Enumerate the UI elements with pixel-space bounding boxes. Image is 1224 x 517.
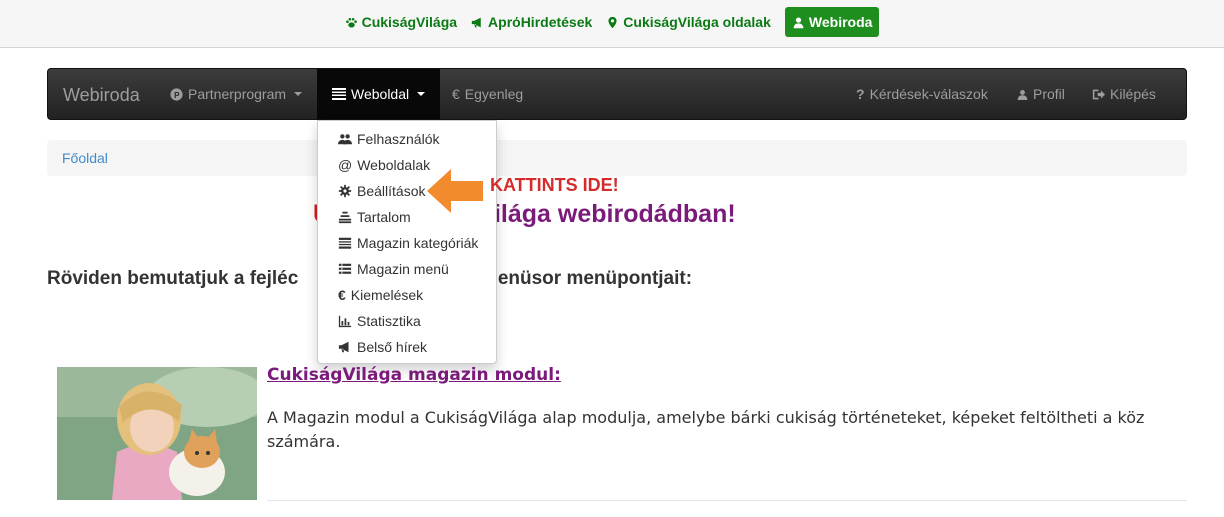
bullhorn-icon [471, 17, 481, 27]
dropdown-item-label: Felhasználók [357, 131, 440, 147]
nav-label: Kérdések-válaszok [869, 86, 988, 102]
map-marker-icon [608, 16, 617, 28]
align-center-icon [338, 211, 352, 224]
dropdown-item-kiemelesek[interactable]: € Kiemelések [318, 282, 496, 308]
nav-profil[interactable]: Profil [1017, 69, 1065, 119]
bar-chart-icon [338, 315, 352, 328]
dropdown-item-label: Magazin menü [357, 261, 449, 277]
article-thumbnail[interactable] [57, 367, 257, 500]
svg-text:P: P [174, 90, 180, 99]
navbar-brand[interactable]: Webiroda [63, 85, 140, 106]
nav-label: Profil [1033, 86, 1065, 102]
top-link-label: Webiroda [808, 14, 873, 30]
list-icon [338, 263, 352, 274]
top-links: CukiságVilága AprόHirdetések CukiságVilá… [0, 7, 1224, 37]
dropdown-item-label: Tartalom [357, 209, 411, 225]
dropdown-item-magazin-kategoriak[interactable]: Magazin kategóriák [318, 230, 496, 256]
nav-label: Partnerprogram [188, 86, 287, 102]
logout-icon [1092, 89, 1105, 99]
nav-label: Kilépés [1110, 86, 1156, 102]
euro-icon: € [338, 287, 346, 303]
arrow-left-icon [427, 169, 483, 213]
nav-kilepes[interactable]: Kilépés [1092, 69, 1156, 119]
breadcrumb-home-link[interactable]: Főoldal [62, 150, 108, 166]
breadcrumb: Főoldal [47, 140, 1187, 176]
top-link-label: CukiságVilága [361, 14, 458, 30]
dropdown-item-label: Statisztika [357, 313, 421, 329]
dropdown-item-label: Magazin kategóriák [357, 235, 479, 251]
user-icon [1017, 89, 1028, 100]
caret-down-icon [294, 92, 303, 96]
callout-text: KATTINTS IDE! [490, 175, 619, 195]
bullhorn-icon [338, 341, 349, 353]
top-bar: CukiságVilága AprόHirdetések CukiságVilá… [0, 0, 1224, 48]
dropdown-item-belso-hirek[interactable]: Belső hírek [318, 334, 496, 360]
dropdown-item-felhasznalok[interactable]: Felhasználók [318, 126, 496, 152]
paw-icon [345, 17, 357, 28]
article-title-link[interactable]: CukiságVilága magazin modul: [267, 365, 561, 385]
dropdown-item-label: Beállítások [357, 183, 426, 199]
nav-kerdesek-valaszok[interactable]: ? Kérdések-válaszok [856, 69, 988, 119]
nav-label: Weboldal [351, 86, 410, 102]
dropdown-item-magazin-menu[interactable]: Magazin menü [318, 256, 496, 282]
top-link-cukisagvilaga[interactable]: CukiságVilága [345, 7, 457, 37]
dropdown-item-statisztika[interactable]: Statisztika [318, 308, 496, 334]
nav-partnerprogram[interactable]: P Partnerprogram [170, 69, 303, 119]
top-link-aprohirdetesek[interactable]: AprόHirdetések [471, 7, 592, 37]
nav-weboldal[interactable]: Weboldal [317, 69, 441, 119]
users-icon [338, 134, 352, 145]
top-link-label: AprόHirdetések [488, 14, 593, 30]
list-icon [332, 88, 346, 100]
at-icon: @ [338, 157, 353, 173]
nav-egyenleg[interactable]: € Egyenleg [452, 69, 523, 119]
weboldal-dropdown-menu: Felhasználók @ Weboldalak Beállítások Ta… [317, 120, 497, 364]
main-navbar: Webiroda P Partnerprogram Weboldal € Egy… [47, 68, 1187, 120]
top-link-webiroda[interactable]: Webiroda [784, 7, 880, 37]
nav-label: Egyenleg [464, 86, 524, 102]
top-link-label: CukiságVilága oldalak [623, 14, 771, 30]
divider [267, 500, 1187, 501]
euro-icon: € [452, 86, 460, 102]
list-alt-icon [338, 237, 352, 249]
user-icon [793, 16, 804, 28]
p-circle-icon: P [170, 87, 183, 101]
top-link-oldalak[interactable]: CukiságVilága oldalak [606, 7, 771, 37]
girl-with-kitten-image [57, 367, 257, 500]
dropdown-item-label: Kiemelések [350, 287, 424, 303]
article-description: A Magazin modul a CukiságVilága alap mod… [267, 408, 1145, 451]
dropdown-item-label: Weboldalak [357, 157, 431, 173]
caret-down-icon [417, 92, 426, 96]
question-icon: ? [856, 86, 865, 102]
dropdown-item-label: Belső hírek [357, 339, 428, 355]
gear-icon [338, 184, 352, 198]
